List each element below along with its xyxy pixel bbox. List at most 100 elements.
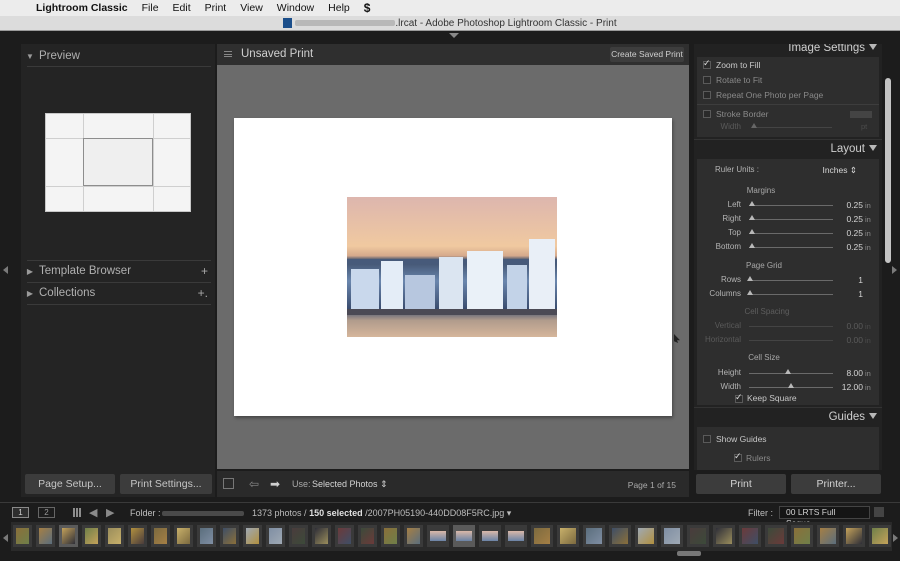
secondary-window-button[interactable]: 2: [38, 507, 55, 518]
filmstrip-thumbnail[interactable]: [174, 525, 193, 547]
filmstrip-thumbnail[interactable]: [243, 525, 262, 547]
filmstrip-thumbnail[interactable]: [335, 525, 354, 547]
filmstrip-thumbnail[interactable]: [266, 525, 285, 547]
filmstrip-thumbnail[interactable]: [82, 525, 101, 547]
filmstrip-thumbnail[interactable]: [220, 525, 239, 547]
create-saved-print-button[interactable]: Create Saved Print: [610, 47, 684, 62]
margin-left-slider[interactable]: [749, 205, 833, 206]
menu-edit[interactable]: Edit: [173, 2, 191, 14]
right-panel-toggle-icon[interactable]: [892, 266, 897, 274]
filmstrip-thumbnail[interactable]: [765, 525, 787, 547]
vertical-slider[interactable]: [749, 326, 833, 327]
margin-bottom-value[interactable]: 0.25: [835, 242, 863, 252]
margin-right-value[interactable]: 0.25: [835, 214, 863, 224]
grid-view-icon[interactable]: [73, 508, 82, 517]
menu-print[interactable]: Print: [205, 2, 227, 14]
filmstrip-scrollbar[interactable]: [677, 551, 701, 556]
filmstrip-thumbnail[interactable]: [381, 525, 400, 547]
options-menu-icon[interactable]: [224, 51, 232, 57]
add-collection-icon[interactable]: +.: [198, 283, 208, 303]
vertical-value[interactable]: 0.00: [835, 321, 863, 331]
filmstrip-thumbnail[interactable]: [661, 525, 683, 547]
single-view-icon[interactable]: [223, 478, 234, 489]
margin-top-value[interactable]: 0.25: [835, 228, 863, 238]
photo-count[interactable]: 1373 photos / 150 selected /2007PH05190-…: [252, 508, 511, 519]
filmstrip-scroll-right-icon[interactable]: [893, 534, 898, 542]
forward-arrow-icon[interactable]: ▶: [106, 506, 114, 519]
menu-app-name[interactable]: Lightroom Classic: [36, 2, 128, 14]
menu-file[interactable]: File: [142, 2, 159, 14]
height-value[interactable]: 8.00: [835, 368, 863, 378]
slider-thumb[interactable]: [747, 276, 753, 281]
filter-lock-icon[interactable]: [874, 507, 884, 517]
margin-top-slider[interactable]: [749, 233, 833, 234]
margin-left-value[interactable]: 0.25: [835, 200, 863, 210]
filmstrip-thumbnail[interactable]: [312, 525, 331, 547]
slider-thumb[interactable]: [785, 369, 791, 374]
slider-thumb[interactable]: [748, 243, 755, 248]
ruler-units-select[interactable]: Inches ⇕: [817, 165, 857, 176]
repeat-one-photo-checkbox[interactable]: [703, 91, 711, 99]
filmstrip-thumbnail[interactable]: [817, 525, 839, 547]
print-settings-button[interactable]: Print Settings...: [120, 474, 212, 494]
filmstrip-thumbnail[interactable]: [739, 525, 761, 547]
left-panel-toggle-icon[interactable]: [3, 266, 8, 274]
margin-right-slider[interactable]: [749, 219, 833, 220]
columns-slider[interactable]: [749, 294, 833, 295]
keep-square-checkbox[interactable]: [735, 392, 743, 403]
filmstrip-thumbnail[interactable]: [583, 525, 605, 547]
rulers-checkbox[interactable]: [734, 451, 742, 462]
filmstrip-thumbnail[interactable]: [505, 525, 527, 547]
filmstrip-thumbnail[interactable]: [358, 525, 377, 547]
use-selector[interactable]: Selected Photos ⇕: [312, 479, 388, 490]
margin-bottom-slider[interactable]: [749, 247, 833, 248]
height-slider[interactable]: [749, 373, 833, 374]
back-arrow-icon[interactable]: ◀: [89, 506, 97, 519]
add-template-icon[interactable]: +: [201, 261, 208, 281]
preview-panel-header[interactable]: ▼ Preview: [21, 46, 215, 66]
menu-view[interactable]: View: [240, 2, 263, 14]
next-page-icon[interactable]: ➡: [270, 477, 280, 491]
horizontal-slider[interactable]: [749, 340, 833, 341]
filmstrip-thumbnail[interactable]: [128, 525, 147, 547]
filmstrip-thumbnail[interactable]: [427, 525, 449, 547]
filmstrip-scroll-left-icon[interactable]: [3, 534, 8, 542]
right-panel-scrollbar[interactable]: [885, 78, 891, 263]
filmstrip-thumbnail[interactable]: [151, 525, 170, 547]
stroke-width-slider[interactable]: [752, 127, 832, 128]
collections-header[interactable]: ▶ Collections +.: [21, 283, 215, 303]
slider-thumb[interactable]: [747, 290, 753, 295]
printer-button[interactable]: Printer...: [791, 474, 881, 494]
filmstrip-thumbnail[interactable]: [843, 525, 865, 547]
show-guides-checkbox[interactable]: [703, 435, 711, 443]
slider-thumb[interactable]: [748, 229, 755, 234]
slider-thumb[interactable]: [748, 201, 755, 206]
stroke-color-swatch[interactable]: [850, 111, 872, 118]
horizontal-value[interactable]: 0.00: [835, 335, 863, 345]
filmstrip-thumbnail[interactable]: [289, 525, 308, 547]
width-value[interactable]: 12.00: [835, 382, 863, 392]
filmstrip-thumbnail[interactable]: [635, 525, 657, 547]
filmstrip[interactable]: [11, 522, 892, 551]
rows-value[interactable]: 1: [835, 275, 863, 285]
primary-window-button[interactable]: 1: [12, 507, 29, 518]
filmstrip-thumbnail[interactable]: [687, 525, 709, 547]
filmstrip-thumbnail[interactable]: [105, 525, 124, 547]
layout-header[interactable]: Layout: [694, 140, 882, 160]
filmstrip-thumbnail[interactable]: [609, 525, 631, 547]
page-setup-button[interactable]: Page Setup...: [25, 474, 115, 494]
filmstrip-thumbnail[interactable]: [869, 525, 891, 547]
filmstrip-thumbnail[interactable]: [557, 525, 579, 547]
filter-select[interactable]: 00 LRTS Full Seque...: [779, 506, 870, 528]
filmstrip-thumbnail[interactable]: [197, 525, 216, 547]
filmstrip-thumbnail[interactable]: [791, 525, 813, 547]
zoom-to-fill-checkbox[interactable]: [703, 58, 711, 69]
rows-slider[interactable]: [749, 280, 833, 281]
rotate-to-fit-checkbox[interactable]: [703, 76, 711, 84]
print-button[interactable]: Print: [696, 474, 786, 494]
menu-window[interactable]: Window: [277, 2, 314, 14]
top-panel-toggle-icon[interactable]: [449, 33, 459, 38]
columns-value[interactable]: 1: [835, 289, 863, 299]
slider-thumb[interactable]: [788, 383, 794, 388]
filmstrip-thumbnail[interactable]: [404, 525, 423, 547]
